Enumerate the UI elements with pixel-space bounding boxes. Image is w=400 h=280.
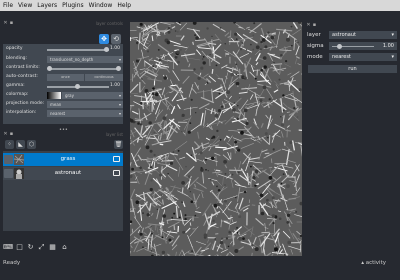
layer-buttons: ⁘ ◣ ⬡ 🗑 [3,138,123,152]
layer-label: layer [307,32,321,38]
viewer-buttons: ⌨ □ ↻ ⤢ ▦ ⌂ [0,240,126,255]
mode-label: mode [307,54,323,60]
layer-controls-panel: opacity 1.00 blending: translucent_no_de… [3,44,123,124]
colormap-select[interactable]: gray ▾ [62,92,123,99]
menu-help[interactable]: Help [117,2,131,9]
menu-view[interactable]: View [18,2,32,9]
layer-row-grass[interactable]: grass [3,153,123,166]
shapes-icon[interactable]: ◣ [16,140,25,149]
eye-icon[interactable] [4,155,13,164]
layer-thumbnail [13,154,25,165]
gamma-slider-handle[interactable] [75,84,80,89]
trash-icon[interactable]: 🗑 [114,140,123,149]
blending-row: blending: translucent_no_depth ▾ [3,55,123,64]
contrast-min-handle[interactable] [47,66,52,71]
close-icon[interactable]: ✕ [306,23,311,28]
sigma-label: sigma [307,43,324,49]
menu-bar: File View Layers Plugins Window Help [0,0,400,11]
activity-button[interactable]: ▴ activity [361,260,386,266]
projection-mode-select[interactable]: mean ▾ [47,101,123,108]
menu-plugins[interactable]: Plugins [62,2,84,9]
interpolation-label: interpolation: [6,110,37,115]
colormap-label: colormap: [6,92,29,97]
contrast-limits-label: contrast limits: [6,65,40,70]
colormap-swatch [47,92,61,99]
gamma-row: gamma: 1.00 [3,82,123,91]
float-icon[interactable]: ▪ [9,132,14,137]
opacity-slider[interactable] [47,49,109,51]
sigma-slider[interactable]: 1.00 [329,42,397,50]
interpolation-row: interpolation: nearest ▾ [3,109,123,118]
eye-icon[interactable] [4,169,13,178]
home-icon[interactable]: ⌂ [60,243,69,252]
mode-select[interactable]: nearest ▾ [329,53,397,61]
menu-file[interactable]: File [3,2,13,9]
console-icon[interactable]: ⌨ [3,243,13,252]
status-text: Ready [3,260,21,266]
menu-layers[interactable]: Layers [37,2,57,9]
transform-icon[interactable]: ⟲ [111,34,121,44]
layer-name[interactable]: grass [33,156,103,162]
plugin-titlebar: ✕ ▪ [303,22,400,30]
image-layer-icon [113,170,120,176]
right-dock: ✕ ▪ layer astronaut ▾ sigma 1.00 mode nea… [303,22,400,256]
close-icon[interactable]: ✕ [3,21,8,26]
contrast-limits-row: contrast limits: [3,64,123,73]
roll-icon[interactable]: ↻ [26,243,35,252]
contrast-max-handle[interactable] [116,66,121,71]
grid-icon[interactable]: ▦ [48,243,57,252]
layer-select[interactable]: astronaut ▾ [329,31,397,39]
layer-list: grass astronaut [3,151,123,231]
gamma-label: gamma: [6,83,25,88]
close-icon[interactable]: ✕ [3,132,8,137]
interpolation-select[interactable]: nearest ▾ [47,110,123,117]
layer-controls-titlebar: ✕ ▪ layer controls [0,20,126,28]
menu-window[interactable]: Window [89,2,113,9]
auto-contrast-row: auto-contrast: once continuous [3,73,123,82]
blending-select[interactable]: translucent_no_depth ▾ [47,56,123,63]
projection-mode-label: projection mode: [6,101,45,106]
contrast-limits-slider[interactable] [49,68,119,70]
blending-label: blending: [6,56,28,61]
grass-image [130,22,302,256]
gamma-value: 1.00 [109,83,120,88]
opacity-slider-handle[interactable] [104,47,109,52]
sigma-slider-handle[interactable] [337,43,342,49]
projection-mode-row: projection mode: mean ▾ [3,100,123,109]
viewer-canvas[interactable] [130,22,302,256]
float-icon[interactable]: ▪ [9,21,14,26]
layer-row-astronaut[interactable]: astronaut [3,167,123,180]
square-icon[interactable]: □ [15,243,24,252]
auto-contrast-once-button[interactable]: once [47,74,84,81]
auto-contrast-label: auto-contrast: [6,74,38,79]
opacity-value: 1.00 [109,46,120,51]
layer-name[interactable]: astronaut [33,170,103,176]
labels-icon[interactable]: ⬡ [27,140,36,149]
sigma-value: 1.00 [382,43,394,49]
opacity-label: opacity [6,46,23,51]
move-icon[interactable]: ✥ [99,34,109,44]
opacity-row: opacity 1.00 [3,45,123,54]
points-icon[interactable]: ⁘ [5,140,14,149]
float-icon[interactable]: ▪ [312,23,317,28]
colormap-row: colormap: gray ▾ [3,91,123,100]
layer-controls-title: layer controls [95,21,123,26]
layer-list-title: layer list [105,132,123,137]
image-layer-icon [113,156,120,162]
status-bar: Ready ▴ activity [0,258,400,280]
transpose-icon[interactable]: ⤢ [37,243,46,252]
run-button[interactable]: run [308,65,397,73]
layer-thumbnail [14,168,24,179]
auto-contrast-continuous-button[interactable]: continuous [85,74,123,81]
